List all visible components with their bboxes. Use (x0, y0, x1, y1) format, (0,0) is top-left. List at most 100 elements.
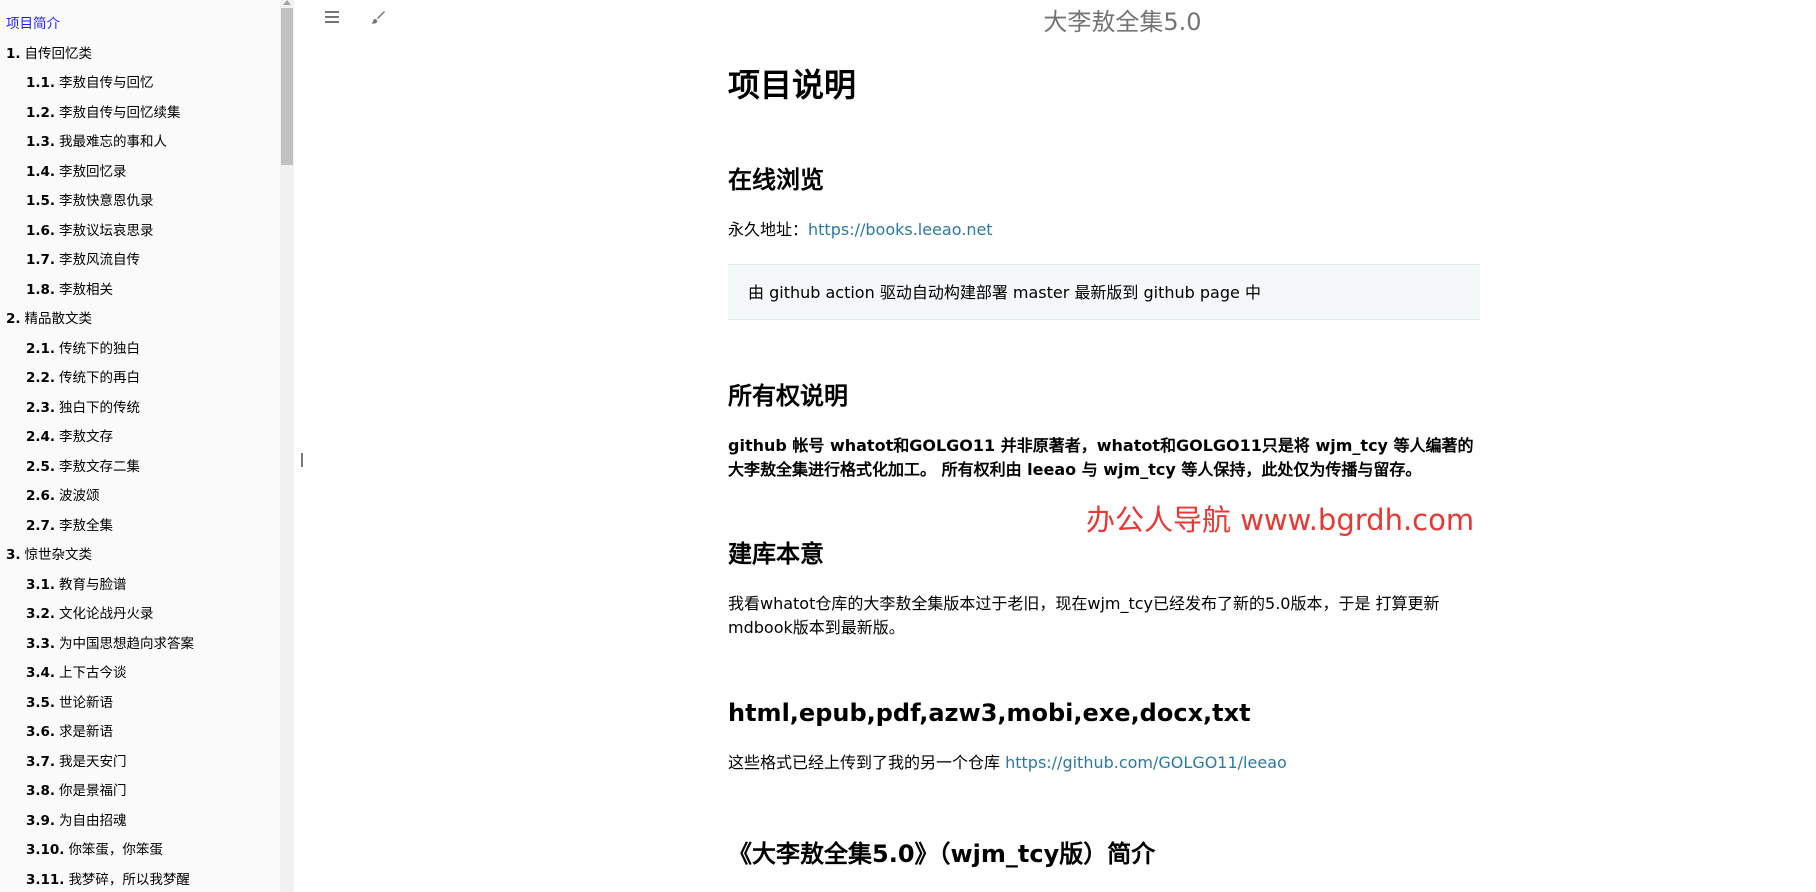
permalink-label: 永久地址： (728, 220, 809, 239)
sidebar-item[interactable]: 2.1. 传统下的独白 (0, 339, 280, 369)
sidebar-list: 项目简介 1. 自传回忆类 1.1. 李敖自传与回忆 1.2. 李敖自传与回忆续集 1.3. 我… (0, 0, 280, 892)
heading-online-browse: 在线浏览 (728, 166, 824, 194)
repo-link[interactable]: https://github.com/GOLGO11/leeao (1005, 753, 1287, 772)
sidebar-item-number: 2.7. (26, 517, 56, 534)
permalink-paragraph: 永久地址：https://books.leeao.net (728, 218, 1480, 242)
sidebar-item[interactable]: 3.4. 上下古今谈 (0, 663, 280, 693)
sidebar-item-label: 自传回忆类 (24, 45, 93, 62)
sidebar-item[interactable]: 3.9. 为自由招魂 (0, 811, 280, 841)
main-content: 项目说明 在线浏览 永久地址：https://books.leeao.net 由… (728, 0, 1480, 892)
sidebar-item-number: 1.2. (26, 104, 56, 121)
sidebar-item-label: 李敖全集 (59, 517, 114, 534)
sidebar-scrollbar[interactable] (280, 0, 294, 892)
sidebar-item-number: 3. (6, 547, 21, 563)
sidebar-item-number: 2.1. (26, 340, 56, 357)
sidebar-item-label: 上下古今谈 (59, 665, 127, 681)
sidebar-item-number: 2.2. (26, 370, 56, 386)
heading-ownership: 所有权说明 (728, 382, 848, 410)
sidebar-item-label: 精品散文类 (24, 311, 93, 327)
sidebar-item-number: 1.3. (26, 134, 56, 150)
deploy-note-blockquote: 由 github action 驱动自动构建部署 master 最新版到 git… (728, 264, 1480, 320)
sidebar-item-number: 1.5. (26, 193, 56, 209)
sidebar-item[interactable]: 3.7. 我是天安门 (0, 752, 280, 782)
heading-formats: html,epub,pdf,azw3,mobi,exe,docx,txt (728, 699, 1251, 727)
sidebar-item-label: 求是新语 (59, 724, 114, 740)
scroll-up-arrow-icon[interactable] (283, 0, 291, 5)
heading-purpose: 建库本意 (728, 540, 824, 568)
sidebar: 项目简介 1. 自传回忆类 1.1. 李敖自传与回忆 1.2. 李敖自传与回忆续集 1.3. 我… (0, 0, 280, 892)
sidebar-item-label: 世论新语 (59, 694, 114, 711)
sidebar-item[interactable]: 2.3. 独白下的传统 (0, 398, 280, 428)
sidebar-item-number: 1.1. (26, 75, 56, 91)
sidebar-item[interactable]: 3.10. 你笨蛋，你笨蛋 (0, 840, 280, 870)
sidebar-item-number: 3.11. (26, 871, 65, 888)
sidebar-item[interactable]: 项目简介 (0, 14, 280, 44)
sidebar-item-label: 李敖相关 (59, 281, 114, 298)
sidebar-item-number: 1. (6, 45, 21, 62)
heading-intro: 《大李敖全集5.0》（wjm_tcy版）简介 (728, 840, 1156, 868)
sidebar-item[interactable]: 1.2. 李敖自传与回忆续集 (0, 103, 280, 133)
sidebar-item-label: 你笨蛋，你笨蛋 (68, 842, 163, 858)
sidebar-item[interactable]: 1.5. 李敖快意恩仇录 (0, 191, 280, 221)
sidebar-item-label: 李敖议坛哀思录 (59, 222, 154, 239)
sidebar-item-number: 1.6. (26, 222, 56, 239)
purpose-text: 我看whatot仓库的大李敖全集版本过于老旧，现在wjm_tcy已经发布了新的5… (728, 594, 1440, 637)
sidebar-item-label: 李敖自传与回忆续集 (59, 104, 181, 121)
sidebar-resize-handle[interactable] (301, 453, 303, 467)
sidebar-item-number: 3.5. (26, 694, 56, 711)
formats-paragraph: 这些格式已经上传到了我的另一个仓库 https://github.com/GOL… (728, 751, 1480, 775)
sidebar-item[interactable]: 2.6. 波波颂 (0, 486, 280, 516)
sidebar-item-number: 3.3. (26, 635, 56, 652)
sidebar-item[interactable]: 3.1. 教育与脸谱 (0, 575, 280, 605)
sidebar-item-label: 为自由招魂 (59, 812, 127, 829)
sidebar-item[interactable]: 1.4. 李敖回忆录 (0, 162, 280, 192)
sidebar-item-number: 3.7. (26, 753, 56, 770)
watermark-text: 办公人导航 www.bgrdh.com (1086, 503, 1475, 537)
sidebar-item-label: 惊世杂文类 (24, 547, 93, 563)
app-window: 项目简介 1. 自传回忆类 1.1. 李敖自传与回忆 1.2. 李敖自传与回忆续集 1.3. 我… (0, 0, 1816, 892)
sidebar-item[interactable]: 3.11. 我梦碎，所以我梦醒 (0, 870, 280, 892)
sidebar-item-label: 波波颂 (59, 488, 100, 504)
sidebar-item[interactable]: 2.5. 李敖文存二集 (0, 457, 280, 487)
sidebar-item-number: 2. (6, 311, 21, 327)
sidebar-item-label: 李敖回忆录 (59, 163, 127, 180)
sidebar-item-number: 3.4. (26, 665, 56, 681)
sidebar-item[interactable]: 3. 惊世杂文类 (0, 545, 280, 575)
sidebar-item[interactable]: 2. 精品散文类 (0, 309, 280, 339)
sidebar-item-number: 3.2. (26, 606, 56, 622)
sidebar-item[interactable]: 3.5. 世论新语 (0, 693, 280, 723)
sidebar-item-number: 2.6. (26, 488, 56, 504)
sidebar-item-label: 传统下的独白 (59, 340, 141, 357)
permalink-link[interactable]: https://books.leeao.net (808, 220, 993, 239)
sidebar-item-label: 李敖自传与回忆 (59, 75, 154, 91)
formats-text: 这些格式已经上传到了我的另一个仓库 (728, 753, 1006, 772)
sidebar-item-label: 李敖文存 (59, 429, 114, 445)
sidebar-item[interactable]: 3.8. 你是景福门 (0, 781, 280, 811)
sidebar-item-number: 1.8. (26, 281, 56, 298)
sidebar-item-number: 3.1. (26, 576, 56, 593)
sidebar-item-label: 李敖风流自传 (59, 252, 141, 268)
sidebar-item[interactable]: 3.3. 为中国思想趋向求答案 (0, 634, 280, 664)
sidebar-item-label: 你是景福门 (59, 783, 127, 799)
sidebar-item-number: 1.7. (26, 252, 56, 268)
sidebar-item[interactable]: 1.6. 李敖议坛哀思录 (0, 221, 280, 251)
sidebar-item[interactable]: 2.4. 李敖文存 (0, 427, 280, 457)
sidebar-item[interactable]: 2.2. 传统下的再白 (0, 368, 280, 398)
sidebar-item[interactable]: 2.7. 李敖全集 (0, 516, 280, 546)
sidebar-item-label: 项目简介 (6, 16, 60, 32)
scroll-thumb[interactable] (281, 8, 293, 165)
sidebar-item[interactable]: 3.2. 文化论战丹火录 (0, 604, 280, 634)
sidebar-item[interactable]: 1.1. 李敖自传与回忆 (0, 73, 280, 103)
sidebar-item[interactable]: 3.6. 求是新语 (0, 722, 280, 752)
sidebar-item-label: 我梦碎，所以我梦醒 (68, 871, 190, 888)
sidebar-item-label: 李敖文存二集 (59, 458, 141, 475)
sidebar-item[interactable]: 1. 自传回忆类 (0, 44, 280, 74)
sidebar-item-label: 李敖快意恩仇录 (59, 193, 154, 209)
sidebar-item-number: 3.9. (26, 812, 56, 829)
sidebar-item[interactable]: 1.3. 我最难忘的事和人 (0, 132, 280, 162)
sidebar-item[interactable]: 1.8. 李敖相关 (0, 280, 280, 310)
sidebar-item-number: 2.4. (26, 429, 56, 445)
sidebar-item-number: 2.3. (26, 399, 56, 416)
sidebar-item[interactable]: 1.7. 李敖风流自传 (0, 250, 280, 280)
sidebar-item-label: 传统下的再白 (59, 370, 141, 386)
